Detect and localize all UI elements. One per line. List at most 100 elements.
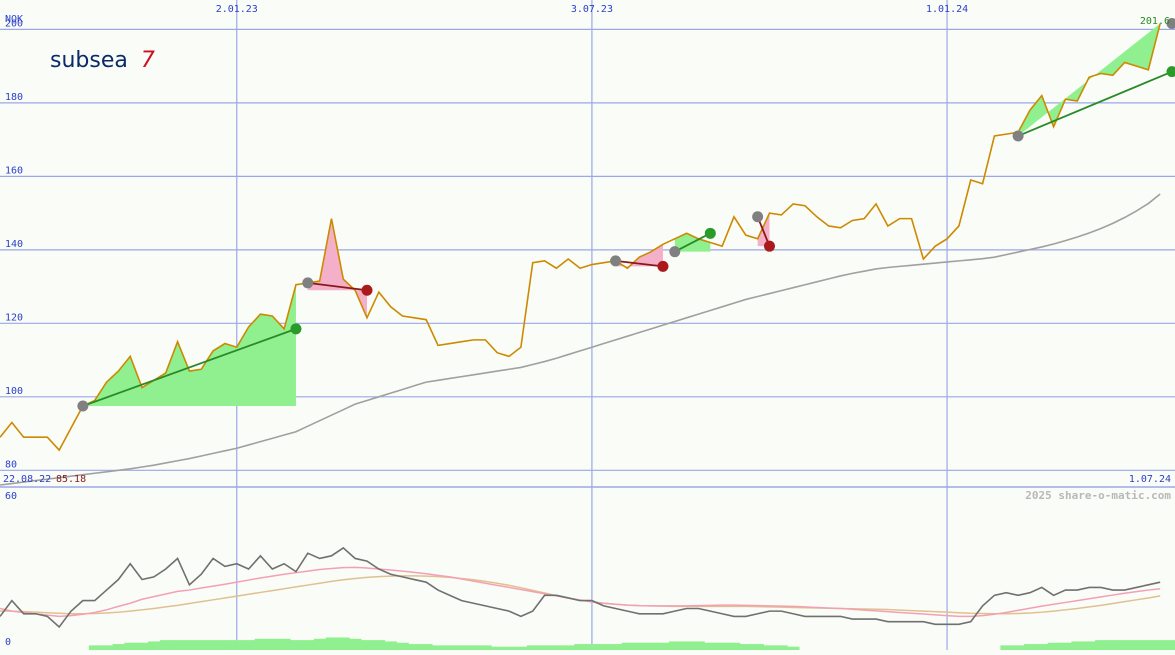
- volume-bar-87: [1024, 644, 1036, 650]
- fast-average-line: [0, 567, 1160, 616]
- volume-bar-47: [551, 645, 563, 650]
- oscillator-panel: [0, 548, 1175, 650]
- volume-bar-57: [669, 641, 681, 650]
- axis-label-layer: 801001201401601802002.01.233.07.231.01.2…: [5, 4, 968, 648]
- logo-digit: 7: [141, 48, 155, 73]
- volume-bar-94: [1107, 640, 1119, 650]
- volume-bar-37: [432, 645, 444, 650]
- trend-fill-layer: [83, 24, 1160, 406]
- volume-bar-8: [89, 645, 101, 650]
- volume-bar-15: [172, 640, 184, 650]
- slow-average-line: [0, 576, 1160, 614]
- volume-bar-66: [775, 645, 787, 650]
- y-tick-label-100: 100: [5, 386, 23, 397]
- start-value-label: 85.18: [56, 474, 86, 485]
- volume-bar-30: [349, 639, 361, 650]
- volume-bar-16: [184, 640, 196, 650]
- volume-bar-89: [1048, 643, 1060, 650]
- volume-bar-14: [160, 640, 172, 650]
- volume-bar-24: [278, 639, 290, 650]
- volume-bar-50: [586, 644, 598, 650]
- last-value-label: 201.6: [1140, 16, 1170, 27]
- volume-bar-96: [1131, 640, 1143, 650]
- volume-bar-29: [337, 637, 349, 650]
- volume-bar-41: [480, 645, 492, 650]
- volume-bar-31: [361, 640, 373, 650]
- chart-stage: 801001201401601802002.01.233.07.231.01.2…: [0, 0, 1175, 650]
- volume-bar-10: [113, 644, 125, 650]
- volume-bar-99: [1166, 640, 1175, 650]
- start-date-label: 22.08.22: [3, 474, 51, 485]
- volume-bar-58: [681, 641, 693, 650]
- volume-bar-92: [1083, 641, 1095, 650]
- trend-end-dot-6: [1167, 66, 1175, 77]
- company-logo: subsea 7: [36, 44, 194, 76]
- volume-bar-64: [752, 644, 764, 650]
- trend-start-dot-5: [752, 211, 763, 222]
- volume-bar-35: [408, 644, 420, 650]
- share-chart: 801001201401601802002.01.233.07.231.01.2…: [0, 0, 1175, 650]
- volume-bar-23: [266, 639, 278, 650]
- volume-bar-11: [124, 643, 136, 650]
- volume-bar-49: [574, 644, 586, 650]
- trend-start-dot-3: [610, 255, 621, 266]
- volume-bar-40: [468, 645, 480, 650]
- volume-bar-65: [764, 645, 776, 650]
- volume-bar-21: [243, 640, 255, 650]
- x-tick-label-2.01.23: 2.01.23: [216, 4, 258, 15]
- logo-word: subsea: [50, 48, 128, 73]
- currency-label: NOK: [5, 14, 23, 25]
- volume-bar-56: [657, 643, 669, 650]
- x-tick-label-3.07.23: 3.07.23: [571, 4, 613, 15]
- volume-bar-38: [444, 645, 456, 650]
- osc-tick-label-60: 60: [5, 491, 17, 502]
- volume-bar-45: [527, 645, 539, 650]
- volume-bar-91: [1071, 641, 1083, 650]
- trend-start-dot-4: [669, 246, 680, 257]
- volume-bar-28: [326, 637, 338, 650]
- volume-bar-62: [728, 643, 740, 650]
- volume-bar-26: [302, 640, 314, 650]
- volume-bar-93: [1095, 640, 1107, 650]
- volume-bar-59: [693, 641, 705, 650]
- volume-bar-25: [290, 640, 302, 650]
- volume-bar-48: [562, 645, 574, 650]
- volume-bar-53: [622, 643, 634, 650]
- volume-bar-39: [456, 645, 468, 650]
- volume-bar-46: [539, 645, 551, 650]
- volume-bar-98: [1154, 640, 1166, 650]
- volume-bar-95: [1119, 640, 1131, 650]
- x-tick-label-1.01.24: 1.01.24: [926, 4, 968, 15]
- volume-bar-13: [148, 641, 160, 650]
- osc-tick-label-0: 0: [5, 637, 11, 648]
- trend-start-dot-6: [1013, 130, 1024, 141]
- volume-bar-54: [633, 643, 645, 650]
- volume-bar-60: [704, 643, 716, 650]
- y-tick-label-120: 120: [5, 312, 23, 323]
- volume-bar-36: [420, 644, 432, 650]
- volume-bar-52: [610, 644, 622, 650]
- volume-bar-34: [397, 643, 409, 650]
- volume-bar-97: [1142, 640, 1154, 650]
- volume-bar-32: [373, 640, 385, 650]
- trend-fill-1: [83, 285, 296, 406]
- y-tick-label-80: 80: [5, 459, 17, 470]
- trend-fill-2: [308, 219, 367, 318]
- price-gridlines: [0, 0, 1175, 650]
- volume-bar-18: [207, 640, 219, 650]
- trend-end-dot-3: [657, 261, 668, 272]
- volume-bar-27: [314, 639, 326, 650]
- watermark: 2025 share-o-matic.com: [1025, 489, 1171, 502]
- end-date-label: 1.07.24: [1129, 474, 1171, 485]
- trend-start-dot-1: [77, 401, 88, 412]
- volume-bar-19: [219, 640, 231, 650]
- volume-bar-22: [255, 639, 267, 650]
- y-tick-label-180: 180: [5, 92, 23, 103]
- volume-bar-63: [740, 644, 752, 650]
- y-tick-label-160: 160: [5, 165, 23, 176]
- trend-end-dot-5: [764, 241, 775, 252]
- volume-bar-61: [716, 643, 728, 650]
- trend-end-dot-2: [361, 285, 372, 296]
- trend-start-dot-2: [302, 277, 313, 288]
- trend-fill-6: [1018, 24, 1160, 136]
